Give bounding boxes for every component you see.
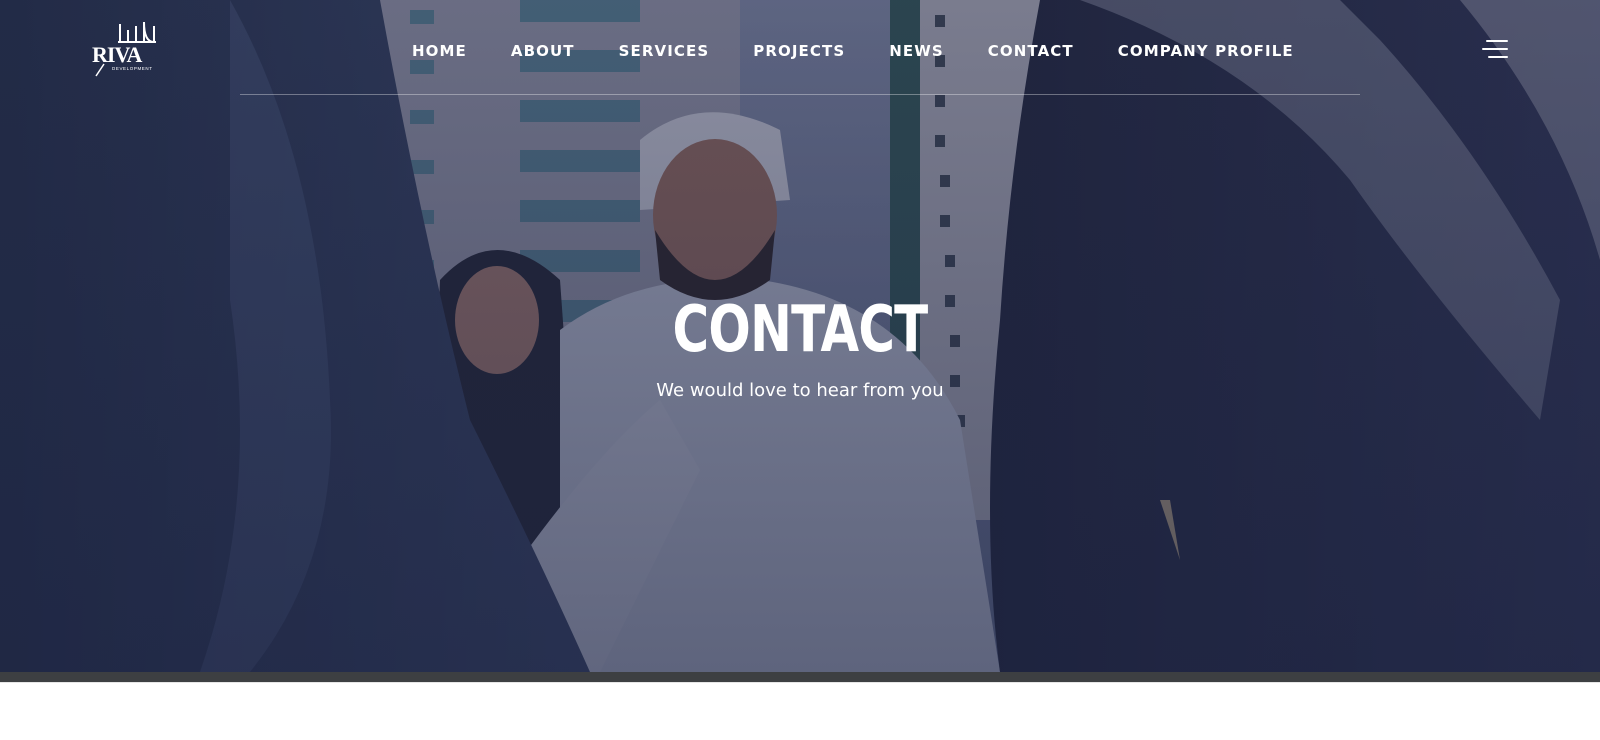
nav-item-company-profile[interactable]: COMPANY PROFILE [1118,42,1294,60]
content-area [0,682,1600,740]
site-header: RIVA DEVELOPMENT HOME ABOUT SERVICES PRO… [0,0,1600,96]
logo-tagline: DEVELOPMENT [112,66,153,71]
nav-item-about[interactable]: ABOUT [511,42,575,60]
riva-logo-mark: RIVA DEVELOPMENT [92,21,156,77]
page-title: CONTACT [672,293,929,367]
hamburger-menu-icon[interactable] [1478,38,1508,62]
hero-section: RIVA DEVELOPMENT HOME ABOUT SERVICES PRO… [0,0,1600,672]
nav-item-services[interactable]: SERVICES [619,42,710,60]
header-divider [240,94,1360,95]
main-nav: HOME ABOUT SERVICES PROJECTS NEWS CONTAC… [412,38,1294,64]
page-subtitle: We would love to hear from you [656,380,944,401]
nav-item-news[interactable]: NEWS [889,42,944,60]
logo-wordmark: RIVA [92,42,143,67]
nav-item-contact[interactable]: CONTACT [988,42,1074,60]
riva-logo[interactable]: RIVA DEVELOPMENT [90,20,162,80]
nav-item-home[interactable]: HOME [412,42,467,60]
nav-item-projects[interactable]: PROJECTS [753,42,845,60]
section-divider-strip [0,672,1600,682]
